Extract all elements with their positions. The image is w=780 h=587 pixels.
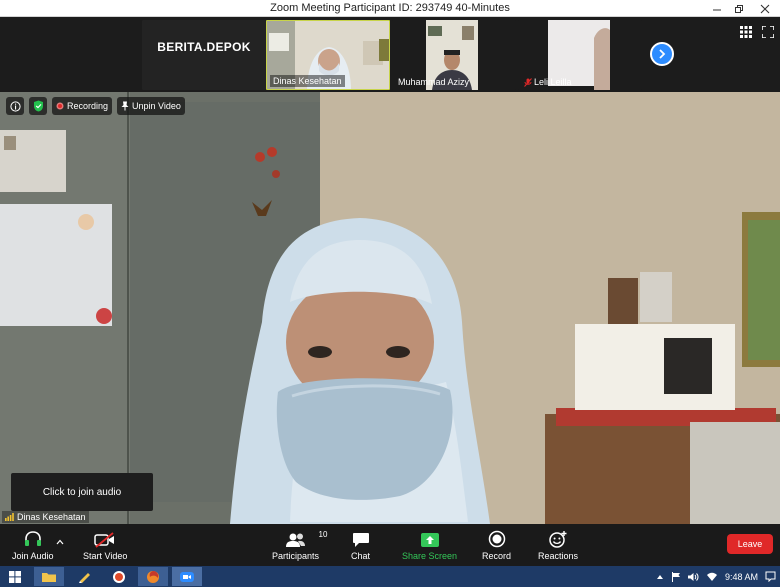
record-icon (488, 530, 505, 548)
unpin-label: Unpin Video (132, 101, 181, 111)
taskbar-zoom-launcher[interactable] (104, 567, 134, 586)
fullscreen-button[interactable] (761, 25, 775, 43)
participants-button[interactable]: 10 Participants (272, 528, 327, 561)
participant-label: Dinas Kesehatan (270, 75, 345, 87)
wifi-icon[interactable] (706, 572, 718, 582)
audio-options-button[interactable] (56, 532, 64, 550)
record-dot-icon (56, 102, 64, 110)
restore-button[interactable] (728, 0, 750, 17)
share-screen-button[interactable]: Share Screen (402, 528, 457, 561)
participant-tile-name[interactable]: BERITA.DEPOK (142, 20, 266, 90)
flag-icon[interactable] (671, 571, 681, 582)
participant-tile-video[interactable]: Muhammad Azizy (392, 20, 516, 90)
chevron-right-icon (659, 49, 666, 59)
main-video[interactable]: Recording Unpin Video (0, 92, 780, 524)
taskbar-file-explorer[interactable] (34, 567, 64, 586)
close-button[interactable] (750, 0, 780, 17)
pin-icon (121, 101, 129, 111)
meeting-status-pills: Recording Unpin Video (6, 97, 185, 115)
taskbar-clock[interactable]: 9:48 AM (725, 572, 758, 582)
headphones-icon (24, 531, 41, 546)
fullscreen-icon (761, 25, 775, 39)
participant-strip: BERITA.DEPOK Dinas Kesehatan Muhammad Az… (0, 17, 780, 92)
info-icon (9, 100, 21, 112)
recording-label: Recording (67, 101, 109, 111)
minimize-icon (713, 9, 721, 10)
view-controls (740, 25, 775, 43)
caret-up-icon (56, 539, 64, 545)
window-controls (706, 0, 780, 17)
title-bar: Zoom Meeting Participant ID: 293749 40-M… (0, 0, 780, 17)
participants-count: 10 (318, 530, 328, 539)
volume-icon[interactable] (687, 572, 699, 582)
taskbar-app-pin[interactable] (70, 567, 100, 586)
windows-taskbar: 9:48 AM (0, 566, 780, 587)
taskbar-browser[interactable] (138, 567, 168, 586)
zoom-window: Zoom Meeting Participant ID: 293749 40-M… (0, 0, 780, 587)
participant-tile-video[interactable]: Dinas Kesehatan (266, 20, 390, 90)
chat-icon (352, 533, 369, 547)
folder-icon (42, 572, 56, 582)
reactions-button[interactable]: Reactions (538, 528, 578, 561)
browser-icon (147, 570, 159, 583)
shield-icon (33, 100, 43, 112)
windows-icon (9, 570, 21, 583)
reactions-icon (549, 531, 567, 548)
recording-app-icon (113, 570, 125, 583)
leave-button[interactable]: Leave (727, 534, 773, 554)
gallery-view-icon (740, 26, 752, 38)
participants-icon (285, 533, 305, 547)
mic-muted-icon (524, 77, 532, 87)
chat-button[interactable]: Chat (351, 528, 370, 561)
record-button[interactable]: Record (482, 528, 511, 561)
participant-name: BERITA.DEPOK (157, 40, 251, 54)
system-tray: 9:48 AM (656, 566, 776, 587)
participant-label: Muhammad Azizy (398, 77, 470, 87)
start-video-button[interactable]: Start Video (83, 528, 127, 561)
meeting-toolbar: Join Audio Start Video 10 Participants C… (0, 524, 780, 566)
participant-tile-video[interactable]: Leli Leilla (518, 20, 642, 90)
active-speaker-label: Dinas Kesehatan (2, 511, 89, 523)
window-title: Zoom Meeting Participant ID: 293749 40-M… (270, 2, 510, 14)
join-audio-button[interactable]: Join Audio (12, 528, 54, 561)
video-off-icon (94, 532, 115, 548)
security-button[interactable] (29, 97, 47, 115)
next-page-button[interactable] (650, 42, 674, 66)
start-button[interactable] (4, 567, 26, 586)
speaker-video-frame (0, 92, 780, 524)
minimize-button[interactable] (706, 0, 728, 17)
close-icon (760, 4, 770, 13)
paint-icon (79, 572, 90, 583)
participant-label: Leli Leilla (521, 76, 575, 88)
unpin-video-button[interactable]: Unpin Video (117, 97, 185, 115)
gallery-view-button[interactable] (740, 25, 752, 43)
meeting-info-button[interactable] (6, 97, 24, 115)
taskbar-zoom[interactable] (172, 567, 202, 586)
caret-up-icon[interactable] (656, 574, 664, 580)
restore-icon (735, 4, 743, 13)
signal-bars-icon (5, 513, 14, 521)
share-screen-icon (420, 533, 439, 547)
zoom-icon (180, 571, 194, 582)
recording-indicator: Recording (52, 97, 113, 115)
join-audio-tooltip[interactable]: Click to join audio (11, 473, 153, 511)
notification-icon[interactable] (765, 571, 776, 582)
